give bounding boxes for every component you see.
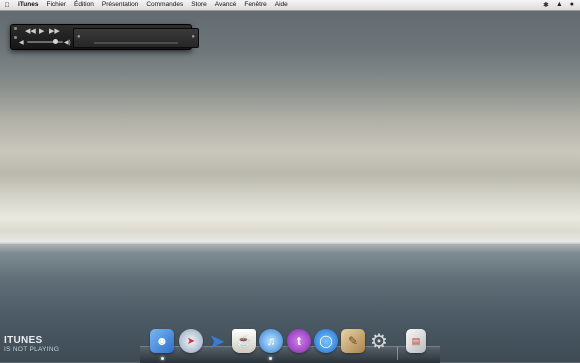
settings-gear-icon[interactable]: ⚙: [367, 329, 391, 353]
stacks-icon[interactable]: ▤: [406, 329, 426, 353]
next-track-icon[interactable]: ▶▶: [49, 28, 60, 36]
twitter-icon[interactable]: t: [287, 329, 311, 353]
volume-high-icon: ◀): [64, 40, 71, 46]
menu-fenetre[interactable]: Fenêtre: [240, 0, 270, 10]
mail-send-icon[interactable]: ➤: [205, 329, 229, 353]
mini-player-display: ● ●: [73, 28, 199, 48]
widget-status: IS NOT PLAYING: [4, 346, 60, 353]
shuffle-icon[interactable]: ●: [77, 34, 81, 40]
notes-icon[interactable]: ✎: [341, 329, 365, 353]
menu-aide[interactable]: Aide: [271, 0, 292, 10]
apple-menu-icon[interactable]: : [0, 2, 14, 9]
finder-running-indicator: [161, 357, 164, 360]
menu-store[interactable]: Store: [187, 0, 211, 10]
messages-icon[interactable]: ◯: [314, 329, 338, 353]
menu-itunes[interactable]: iTunes: [14, 0, 42, 10]
widget-title: ITUNES: [4, 335, 43, 346]
menubar-status-area: ✱ ▲ ●: [543, 1, 580, 9]
dock-separator: [397, 347, 398, 360]
sea-horizon: [0, 241, 580, 244]
menu-fichier[interactable]: Fichier: [42, 0, 70, 10]
repeat-icon[interactable]: ●: [191, 34, 195, 40]
spotlight-icon[interactable]: ●: [570, 1, 574, 9]
menu-edition[interactable]: Édition: [70, 0, 98, 10]
window-buttons: [14, 27, 17, 39]
menu-presentation[interactable]: Présentation: [98, 0, 143, 10]
previous-track-icon[interactable]: ◀◀: [25, 28, 36, 36]
menu-avance[interactable]: Avancé: [211, 0, 241, 10]
safari-icon[interactable]: ➤: [179, 329, 203, 353]
itunes-running-indicator: [269, 357, 272, 360]
cloud-layer: [0, 95, 580, 190]
progress-bar[interactable]: [94, 42, 178, 44]
menu-bar:  iTunes Fichier Édition Présentation Co…: [0, 0, 580, 11]
play-icon[interactable]: ▶: [39, 28, 44, 36]
wifi-icon[interactable]: ▲: [556, 1, 563, 9]
coffee-mug-icon[interactable]: ☕: [232, 329, 256, 353]
zoom-button[interactable]: [14, 36, 17, 39]
itunes-status-widget: ITUNES IS NOT PLAYING: [4, 335, 59, 353]
volume-knob[interactable]: [53, 39, 58, 44]
volume-slider[interactable]: [27, 39, 63, 44]
itunes-icon[interactable]: ♫: [259, 329, 283, 353]
bluetooth-icon[interactable]: ✱: [543, 1, 549, 9]
close-button[interactable]: [14, 27, 17, 30]
menu-commandes[interactable]: Commandes: [142, 0, 187, 10]
itunes-mini-player: ◀◀ ▶ ▶▶ ◀ ◀) ● ●: [10, 24, 199, 50]
volume-low-icon: ◀: [19, 40, 24, 46]
finder-icon[interactable]: ☻: [150, 329, 174, 353]
